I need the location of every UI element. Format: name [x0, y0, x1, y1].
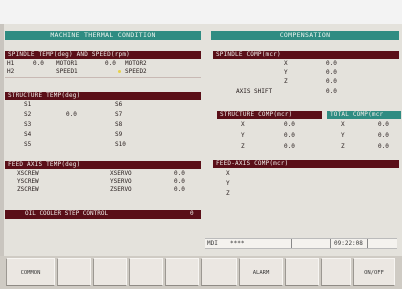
softkey-4[interactable] — [129, 258, 163, 286]
spindle-comp-y-value: 0.0 — [326, 69, 337, 76]
feed-xservo-label: XSERVO — [110, 170, 132, 177]
spindle-h1-label: H1 — [7, 60, 15, 67]
feed-temp-header: FEED AXIS TEMP(deg) — [5, 161, 201, 169]
feed-zscrew-label: ZSCREW — [17, 186, 39, 193]
feed-yscrew-label: YSCREW — [17, 178, 39, 185]
softkey-common[interactable]: COMMON — [6, 258, 55, 286]
spindle-temp-header: SPINDLE TEMP(deg) AND SPEED(rpm) — [5, 51, 201, 59]
structure-s2-label: S2 — [24, 111, 32, 118]
oil-cooler-bar: OIL COOLER STEP CONTROL 0 — [5, 210, 201, 219]
feed-yservo-value: 0.0 — [174, 178, 185, 185]
feed-yservo-label: YSERVO — [110, 178, 132, 185]
total-comp-y-value: 0.0 — [378, 132, 389, 139]
spindle-comp-z-value: 0.0 — [326, 78, 337, 85]
total-comp-x-value: 0.0 — [378, 121, 389, 128]
spindle-comp-header: SPINDLE COMP(mcr) — [213, 51, 399, 59]
structure-temp-header: STRUCTURE TEMP(deg) — [5, 92, 201, 100]
structure-s3-label: S3 — [24, 121, 32, 128]
spindle-comp-x-value: 0.0 — [326, 60, 337, 67]
softkey-5[interactable] — [165, 258, 199, 286]
spindle-indicator-icon — [118, 70, 121, 73]
struct-comp-y-label: Y — [241, 132, 245, 139]
status-mode: MDI — [207, 240, 218, 247]
structure-s10-label: S10 — [115, 141, 126, 148]
structure-comp-header: STRUCTURE COMP(mcr) — [217, 111, 322, 119]
spindle-comp-y-label: Y — [284, 69, 288, 76]
status-time: 09:22:08 — [334, 240, 363, 247]
feed-comp-header: FEED-AXIS COMP(mcr) — [213, 160, 399, 168]
softkey-on-off[interactable]: ON/OFF — [353, 258, 395, 286]
feed-xscrew-label: XSCREW — [17, 170, 39, 177]
feed-comp-y-label: Y — [226, 180, 230, 187]
softkey-9[interactable] — [321, 258, 351, 286]
softkey-2[interactable] — [57, 258, 91, 286]
cnc-screen: MACHINE THERMAL CONDITION SPINDLE TEMP(d… — [0, 0, 402, 289]
softkey-8[interactable] — [285, 258, 319, 286]
spindle-motor1-value: 0.0 — [105, 60, 116, 67]
struct-comp-y-value: 0.0 — [284, 132, 295, 139]
spindle-h1-value: 0.0 — [33, 60, 44, 67]
spindle-comp-x-label: X — [284, 60, 288, 67]
structure-s7-label: S7 — [115, 111, 123, 118]
softkey-6[interactable] — [201, 258, 237, 286]
feed-comp-z-label: Z — [226, 190, 230, 197]
spindle-comp-z-label: Z — [284, 78, 288, 85]
total-comp-header: TOTAL COMP(mcr — [327, 111, 401, 119]
structure-s9-label: S9 — [115, 131, 123, 138]
feed-zservo-label: ZSERVO — [110, 186, 132, 193]
spindle-motor2-label: MOTOR2 — [125, 60, 147, 67]
spindle-speed2-label: SPEED2 — [125, 68, 147, 75]
spindle-h2-label: H2 — [7, 68, 15, 75]
oil-cooler-value: 0 — [190, 210, 194, 217]
status-stars: **** — [230, 240, 245, 247]
axis-shift-value: 0.0 — [326, 88, 337, 95]
spindle-motor1-label: MOTOR1 — [56, 60, 78, 67]
total-comp-x-label: X — [341, 121, 345, 128]
structure-s6-label: S6 — [115, 101, 123, 108]
feed-comp-x-label: X — [226, 170, 230, 177]
total-comp-z-label: Z — [341, 143, 345, 150]
struct-comp-z-label: Z — [241, 143, 245, 150]
top-bezel — [0, 0, 402, 24]
thermal-panel-title: MACHINE THERMAL CONDITION — [5, 31, 201, 40]
left-bezel — [0, 24, 4, 256]
structure-s4-label: S4 — [24, 131, 32, 138]
status-bar: MDI **** 09:22:08 — [205, 238, 397, 249]
struct-comp-x-value: 0.0 — [284, 121, 295, 128]
spindle-speed1-label: SPEED1 — [56, 68, 78, 75]
feed-zservo-value: 0.0 — [174, 186, 185, 193]
structure-s2-value: 0.0 — [66, 111, 77, 118]
structure-s8-label: S8 — [115, 121, 123, 128]
axis-shift-label: AXIS SHIFT — [236, 88, 273, 95]
struct-comp-x-label: X — [241, 121, 245, 128]
feed-xservo-value: 0.0 — [174, 170, 185, 177]
softkey-alarm[interactable]: ALARM — [239, 258, 283, 286]
total-comp-y-label: Y — [341, 132, 345, 139]
struct-comp-z-value: 0.0 — [284, 143, 295, 150]
compensation-panel-title: COMPENSATION — [211, 31, 399, 40]
total-comp-z-value: 0.0 — [378, 143, 389, 150]
structure-s5-label: S5 — [24, 141, 32, 148]
softkey-3[interactable] — [93, 258, 127, 286]
oil-cooler-label: OIL COOLER STEP CONTROL — [25, 210, 109, 217]
structure-s1-label: S1 — [24, 101, 32, 108]
